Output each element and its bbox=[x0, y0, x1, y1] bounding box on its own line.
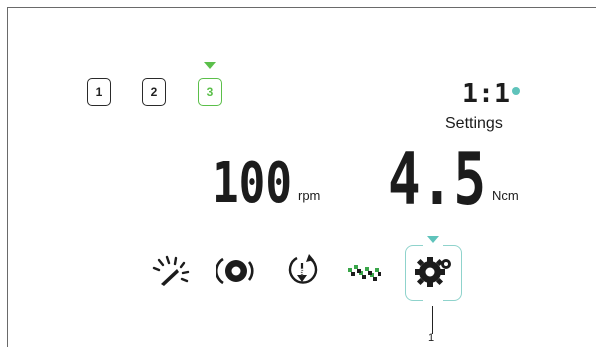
settings-label: Settings bbox=[445, 115, 503, 132]
speed-value: 100 bbox=[212, 152, 292, 206]
auto-reverse-icon[interactable]: $ bbox=[284, 252, 320, 290]
torque-unit: Ncm bbox=[492, 188, 519, 203]
speed-gauge-icon[interactable] bbox=[150, 254, 192, 290]
finish-flag-icon[interactable] bbox=[346, 262, 382, 282]
speed-display: 100 bbox=[212, 152, 292, 206]
rotation-icon[interactable] bbox=[216, 254, 254, 288]
selected-program-marker bbox=[204, 62, 216, 69]
frame-left-border bbox=[7, 7, 8, 347]
program-button-1[interactable]: 1 bbox=[87, 78, 111, 106]
speed-unit: rpm bbox=[298, 188, 321, 203]
callout-number: 1 bbox=[428, 332, 435, 344]
settings-gear-icon[interactable] bbox=[414, 254, 454, 290]
ratio-display: 1:1 bbox=[462, 80, 510, 106]
callout-line bbox=[432, 306, 433, 334]
selected-mode-marker bbox=[427, 236, 439, 243]
svg-text:$: $ bbox=[299, 267, 305, 276]
frame-top-border bbox=[7, 7, 596, 8]
ratio-indicator-dot bbox=[512, 87, 520, 95]
program-button-3[interactable]: 3 bbox=[198, 78, 222, 106]
ratio-value: 1:1 bbox=[462, 80, 510, 106]
torque-display: 4.5 bbox=[388, 140, 486, 208]
program-button-2[interactable]: 2 bbox=[142, 78, 166, 106]
torque-value: 4.5 bbox=[388, 140, 486, 208]
